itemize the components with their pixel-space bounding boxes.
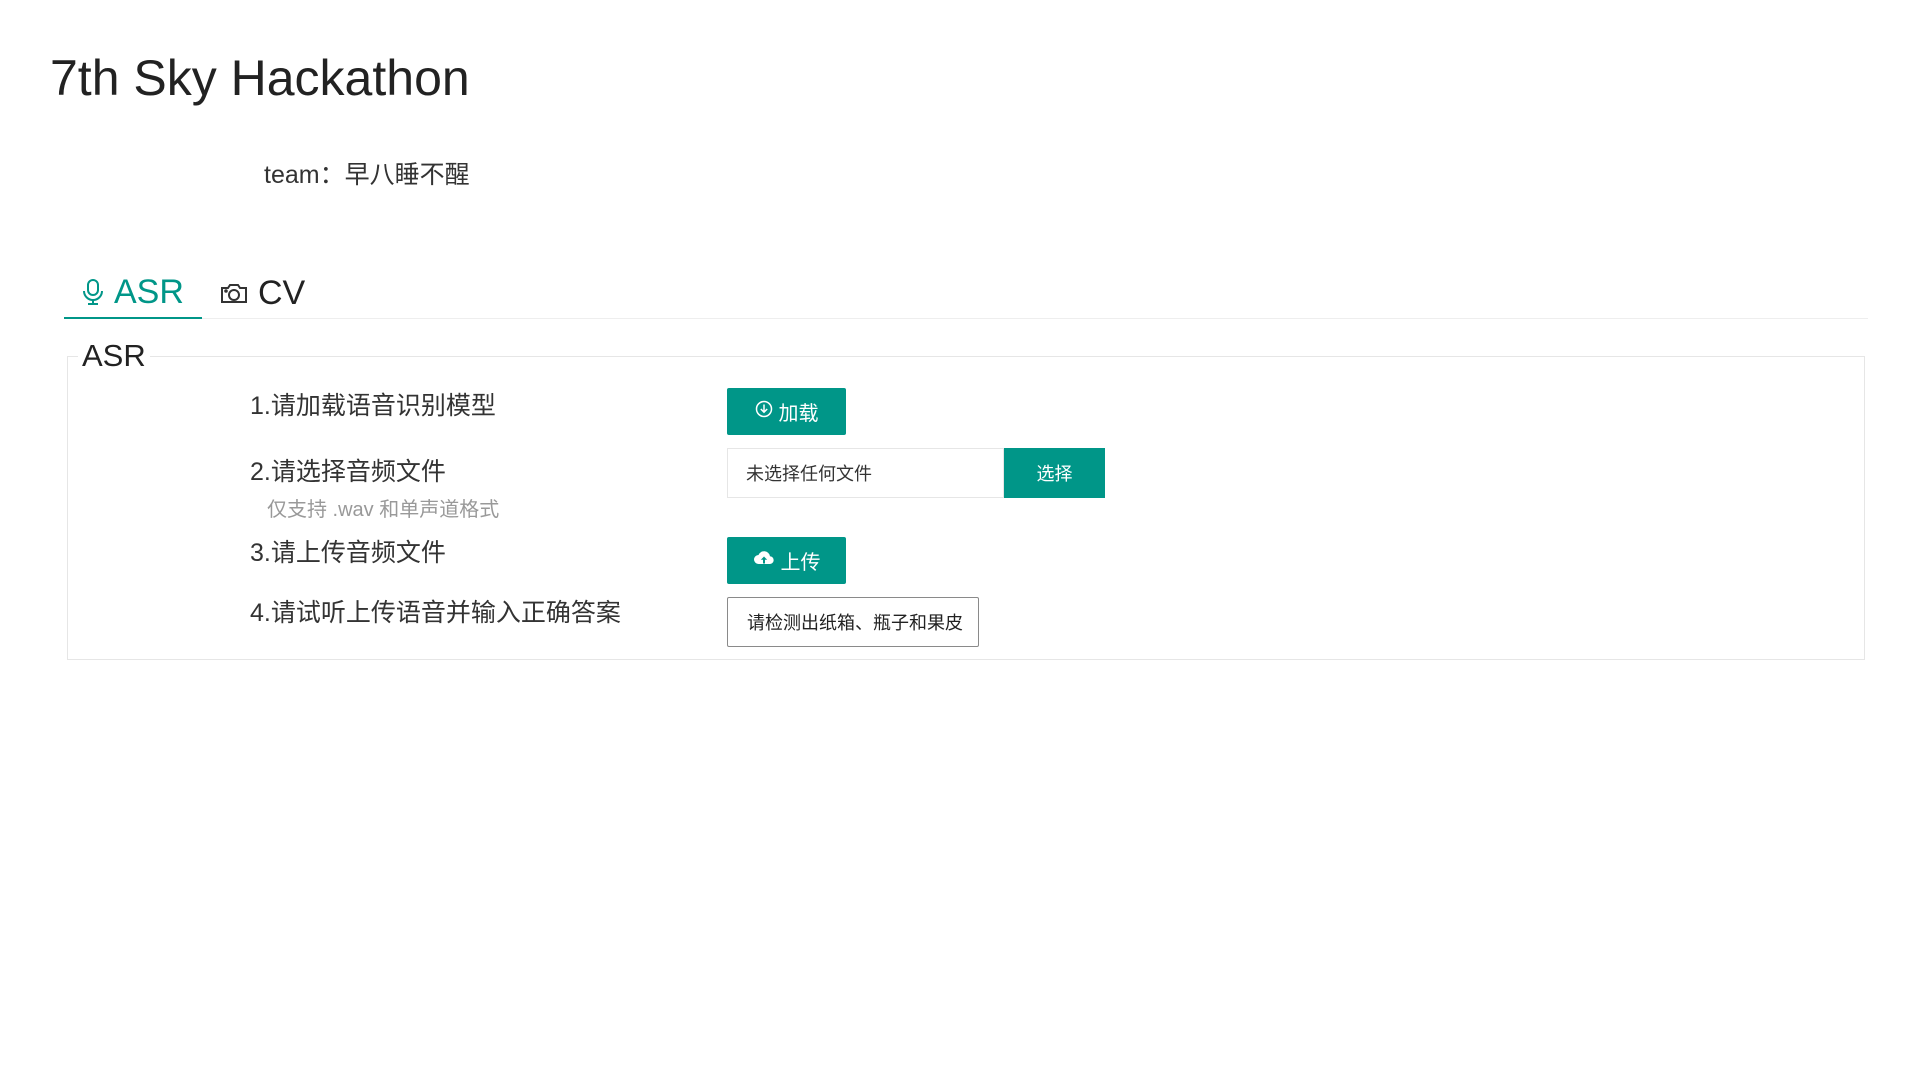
load-button-label: 加载: [778, 403, 819, 425]
upload-button-label: 上传: [780, 552, 821, 574]
tab-asr-label: ASR: [114, 272, 184, 311]
asr-fieldset: ASR 1.请加载语音识别模型 加载 2.请选择音频文件 仅支持 .wav 和单…: [67, 337, 1865, 660]
step-1-label: 1.请加载语音识别模型: [250, 392, 496, 420]
step-2-label: 2.请选择音频文件: [250, 458, 446, 486]
camera-icon: [220, 281, 248, 305]
answer-input[interactable]: 请检测出纸箱、瓶子和果皮: [727, 597, 979, 647]
team-name: team：早八睡不醒: [264, 161, 470, 189]
tab-cv-label: CV: [258, 273, 306, 312]
choose-file-button[interactable]: 选择: [1004, 448, 1105, 498]
tab-asr[interactable]: ASR: [64, 266, 202, 319]
answer-input-text: 请检测出纸箱、瓶子和果皮: [747, 613, 963, 633]
page-title: 7th Sky Hackathon: [50, 50, 470, 106]
page: 7th Sky Hackathon team：早八睡不醒 ASR CV ASR …: [0, 0, 1920, 1080]
step-3-label: 3.请上传音频文件: [250, 539, 446, 567]
microphone-icon: [82, 278, 104, 306]
tab-bar: ASR CV: [64, 266, 1868, 319]
load-model-button[interactable]: 加载: [727, 388, 846, 435]
file-input[interactable]: 未选择任何文件: [727, 448, 1004, 498]
upload-button[interactable]: 上传: [727, 537, 846, 584]
file-input-text: 未选择任何文件: [746, 464, 872, 484]
step-4-label: 4.请试听上传语音并输入正确答案: [250, 599, 621, 627]
download-icon: [755, 400, 773, 424]
cloud-upload-icon: [753, 549, 775, 573]
format-hint: 仅支持 .wav 和单声道格式: [267, 499, 500, 521]
tab-cv[interactable]: CV: [202, 266, 318, 319]
fieldset-legend: ASR: [78, 337, 150, 375]
